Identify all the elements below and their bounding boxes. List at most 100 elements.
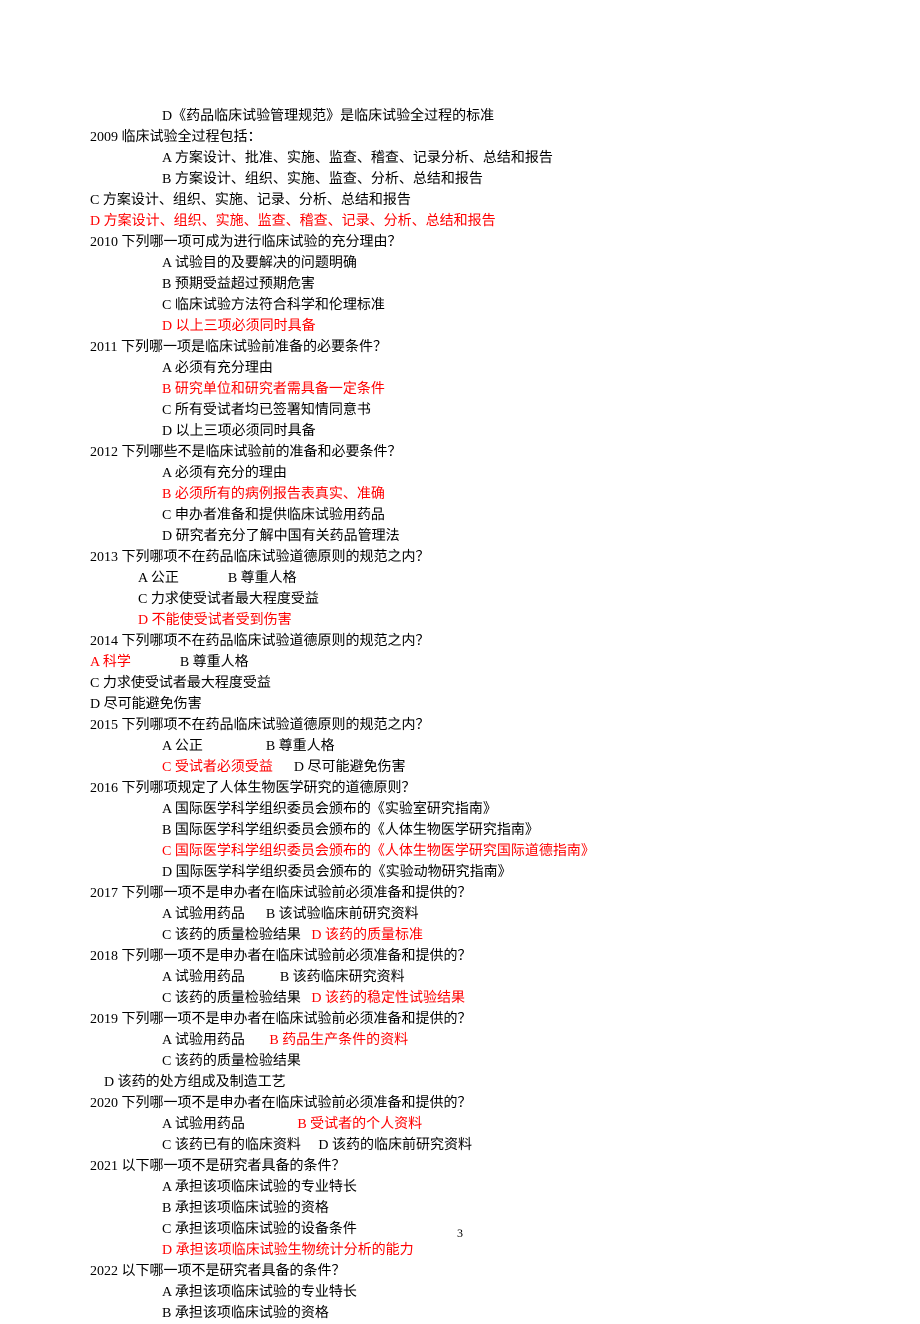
- body-text: B 方案设计、组织、实施、监查、分析、总结和报告: [162, 172, 483, 187]
- body-text: D 国际医学科学组织委员会颁布的《实验动物研究指南》: [162, 865, 512, 880]
- body-text: 2010 下列哪一项可成为进行临床试验的充分理由？: [90, 235, 402, 250]
- answer-text: B 药品生产条件的资料: [269, 1033, 408, 1048]
- body-text: D 尽可能避免伤害: [90, 697, 202, 712]
- text-line: A 试验目的及要解决的问题明确: [90, 253, 830, 274]
- text-line: 2021 以下哪一项不是研究者具备的条件？: [90, 1156, 830, 1177]
- answer-text: B 必须所有的病例报告表真实、准确: [162, 487, 385, 502]
- text-line: D 以上三项必须同时具备: [90, 421, 830, 442]
- body-text: A 承担该项临床试验的专业特长: [162, 1180, 357, 1195]
- text-line: C 力求使受试者最大程度受益: [90, 589, 830, 610]
- answer-text: D 该药的稳定性试验结果: [311, 991, 465, 1006]
- body-text: 2018 下列哪一项不是申办者在临床试验前必须准备和提供的？: [90, 949, 472, 964]
- body-text: D 以上三项必须同时具备: [162, 424, 316, 439]
- body-text: A 试验用药品: [162, 1117, 297, 1132]
- text-line: A 试验用药品 B 受试者的个人资料: [90, 1114, 830, 1135]
- body-text: B 尊重人格: [131, 655, 249, 670]
- text-line: C 该药已有的临床资料 D 该药的临床前研究资料: [90, 1135, 830, 1156]
- body-text: B 承担该项临床试验的资格: [162, 1201, 329, 1216]
- answer-text: C 受试者必须受益: [162, 760, 273, 775]
- body-text: 2009 临床试验全过程包括：: [90, 130, 262, 145]
- body-text: 2011 下列哪一项是临床试验前准备的必要条件？: [90, 340, 387, 355]
- text-line: 2018 下列哪一项不是申办者在临床试验前必须准备和提供的？: [90, 946, 830, 967]
- body-text: A 国际医学科学组织委员会颁布的《实验室研究指南》: [162, 802, 497, 817]
- body-text: D《药品临床试验管理规范》是临床试验全过程的标准: [162, 109, 494, 124]
- text-line: B 国际医学科学组织委员会颁布的《人体生物医学研究指南》: [90, 820, 830, 841]
- text-line: A 试验用药品 B 该试验临床前研究资料: [90, 904, 830, 925]
- text-line: D 不能使受试者受到伤害: [90, 610, 830, 631]
- text-line: A 方案设计、批准、实施、监查、稽查、记录分析、总结和报告: [90, 148, 830, 169]
- text-line: C 该药的质量检验结果 D 该药的质量标准: [90, 925, 830, 946]
- text-line: A 承担该项临床试验的专业特长: [90, 1177, 830, 1198]
- text-line: 2012 下列哪些不是临床试验前的准备和必要条件？: [90, 442, 830, 463]
- text-line: C 该药的质量检验结果: [90, 1051, 830, 1072]
- text-line: A 科学 B 尊重人格: [90, 652, 830, 673]
- body-text: C 该药的质量检验结果: [162, 1054, 301, 1069]
- body-text: A 必须有充分理由: [162, 361, 273, 376]
- body-text: C 方案设计、组织、实施、记录、分析、总结和报告: [90, 193, 411, 208]
- body-text: 2017 下列哪一项不是申办者在临床试验前必须准备和提供的？: [90, 886, 472, 901]
- text-line: C 申办者准备和提供临床试验用药品: [90, 505, 830, 526]
- text-line: A 试验用药品 B 该药临床研究资料: [90, 967, 830, 988]
- body-text: B 承担该项临床试验的资格: [162, 1306, 329, 1321]
- text-line: C 国际医学科学组织委员会颁布的《人体生物医学研究国际道德指南》: [90, 841, 830, 862]
- body-text: 2013 下列哪项不在药品临床试验道德原则的规范之内？: [90, 550, 430, 565]
- body-text: D 该药的处方组成及制造工艺: [104, 1075, 286, 1090]
- body-text: 2015 下列哪项不在药品临床试验道德原则的规范之内？: [90, 718, 430, 733]
- text-line: 2020 下列哪一项不是申办者在临床试验前必须准备和提供的？: [90, 1093, 830, 1114]
- body-text: 2021 以下哪一项不是研究者具备的条件？: [90, 1159, 346, 1174]
- body-text: D 研究者充分了解中国有关药品管理法: [162, 529, 400, 544]
- text-line: D 国际医学科学组织委员会颁布的《实验动物研究指南》: [90, 862, 830, 883]
- answer-text: D 不能使受试者受到伤害: [138, 613, 292, 628]
- answer-text: D 方案设计、组织、实施、监查、稽查、记录、分析、总结和报告: [90, 214, 496, 229]
- body-text: A 必须有充分的理由: [162, 466, 287, 481]
- text-line: 2015 下列哪项不在药品临床试验道德原则的规范之内？: [90, 715, 830, 736]
- text-line: A 必须有充分的理由: [90, 463, 830, 484]
- text-line: A 试验用药品 B 药品生产条件的资料: [90, 1030, 830, 1051]
- answer-text: D 该药的质量标准: [311, 928, 423, 943]
- body-text: D 尽可能避免伤害: [273, 760, 406, 775]
- body-text: A 方案设计、批准、实施、监查、稽查、记录分析、总结和报告: [162, 151, 553, 166]
- text-line: C 该药的质量检验结果 D 该药的稳定性试验结果: [90, 988, 830, 1009]
- text-line: 2017 下列哪一项不是申办者在临床试验前必须准备和提供的？: [90, 883, 830, 904]
- body-text: B 预期受益超过预期危害: [162, 277, 315, 292]
- body-text: A 试验目的及要解决的问题明确: [162, 256, 357, 271]
- text-line: A 必须有充分理由: [90, 358, 830, 379]
- text-line: 2009 临床试验全过程包括：: [90, 127, 830, 148]
- text-line: 2016 下列哪项规定了人体生物医学研究的道德原则？: [90, 778, 830, 799]
- text-line: B 方案设计、组织、实施、监查、分析、总结和报告: [90, 169, 830, 190]
- body-text: C 该药已有的临床资料 D 该药的临床前研究资料: [162, 1138, 472, 1153]
- text-line: A 公正 B 尊重人格: [90, 568, 830, 589]
- text-line: B 研究单位和研究者需具备一定条件: [90, 379, 830, 400]
- answer-text: D 以上三项必须同时具备: [162, 319, 316, 334]
- body-text: A 公正 B 尊重人格: [138, 571, 297, 586]
- text-line: B 预期受益超过预期危害: [90, 274, 830, 295]
- page-content: D《药品临床试验管理规范》是临床试验全过程的标准 2009 临床试验全过程包括： A…: [90, 106, 830, 1324]
- body-text: 2012 下列哪些不是临床试验前的准备和必要条件？: [90, 445, 402, 460]
- body-text: A 承担该项临床试验的专业特长: [162, 1285, 357, 1300]
- body-text: C 所有受试者均已签署知情同意书: [162, 403, 371, 418]
- body-text: 2020 下列哪一项不是申办者在临床试验前必须准备和提供的？: [90, 1096, 472, 1111]
- answer-text: D 承担该项临床试验生物统计分析的能力: [162, 1243, 414, 1258]
- body-text: A 试验用药品 B 该药临床研究资料: [162, 970, 405, 985]
- page-number: 3: [0, 1224, 920, 1242]
- text-line: B 必须所有的病例报告表真实、准确: [90, 484, 830, 505]
- text-line: 2011 下列哪一项是临床试验前准备的必要条件？: [90, 337, 830, 358]
- text-line: C 所有受试者均已签署知情同意书: [90, 400, 830, 421]
- text-line: C 方案设计、组织、实施、记录、分析、总结和报告: [90, 190, 830, 211]
- text-line: C 力求使受试者最大程度受益: [90, 673, 830, 694]
- answer-text: C 国际医学科学组织委员会颁布的《人体生物医学研究国际道德指南》: [162, 844, 595, 859]
- body-text: C 临床试验方法符合科学和伦理标准: [162, 298, 385, 313]
- body-text: 2019 下列哪一项不是申办者在临床试验前必须准备和提供的？: [90, 1012, 472, 1027]
- text-line: D 承担该项临床试验生物统计分析的能力: [90, 1240, 830, 1261]
- text-line: 2019 下列哪一项不是申办者在临床试验前必须准备和提供的？: [90, 1009, 830, 1030]
- text-line: D 方案设计、组织、实施、监查、稽查、记录、分析、总结和报告: [90, 211, 830, 232]
- answer-text: B 研究单位和研究者需具备一定条件: [162, 382, 385, 397]
- text-line: D 以上三项必须同时具备: [90, 316, 830, 337]
- text-line: 2022 以下哪一项不是研究者具备的条件？: [90, 1261, 830, 1282]
- answer-text: A 科学: [90, 655, 131, 670]
- body-text: 2022 以下哪一项不是研究者具备的条件？: [90, 1264, 346, 1279]
- text-line: C 受试者必须受益 D 尽可能避免伤害: [90, 757, 830, 778]
- body-text: C 申办者准备和提供临床试验用药品: [162, 508, 385, 523]
- body-text: C 力求使受试者最大程度受益: [138, 592, 319, 607]
- text-line: D《药品临床试验管理规范》是临床试验全过程的标准: [90, 106, 830, 127]
